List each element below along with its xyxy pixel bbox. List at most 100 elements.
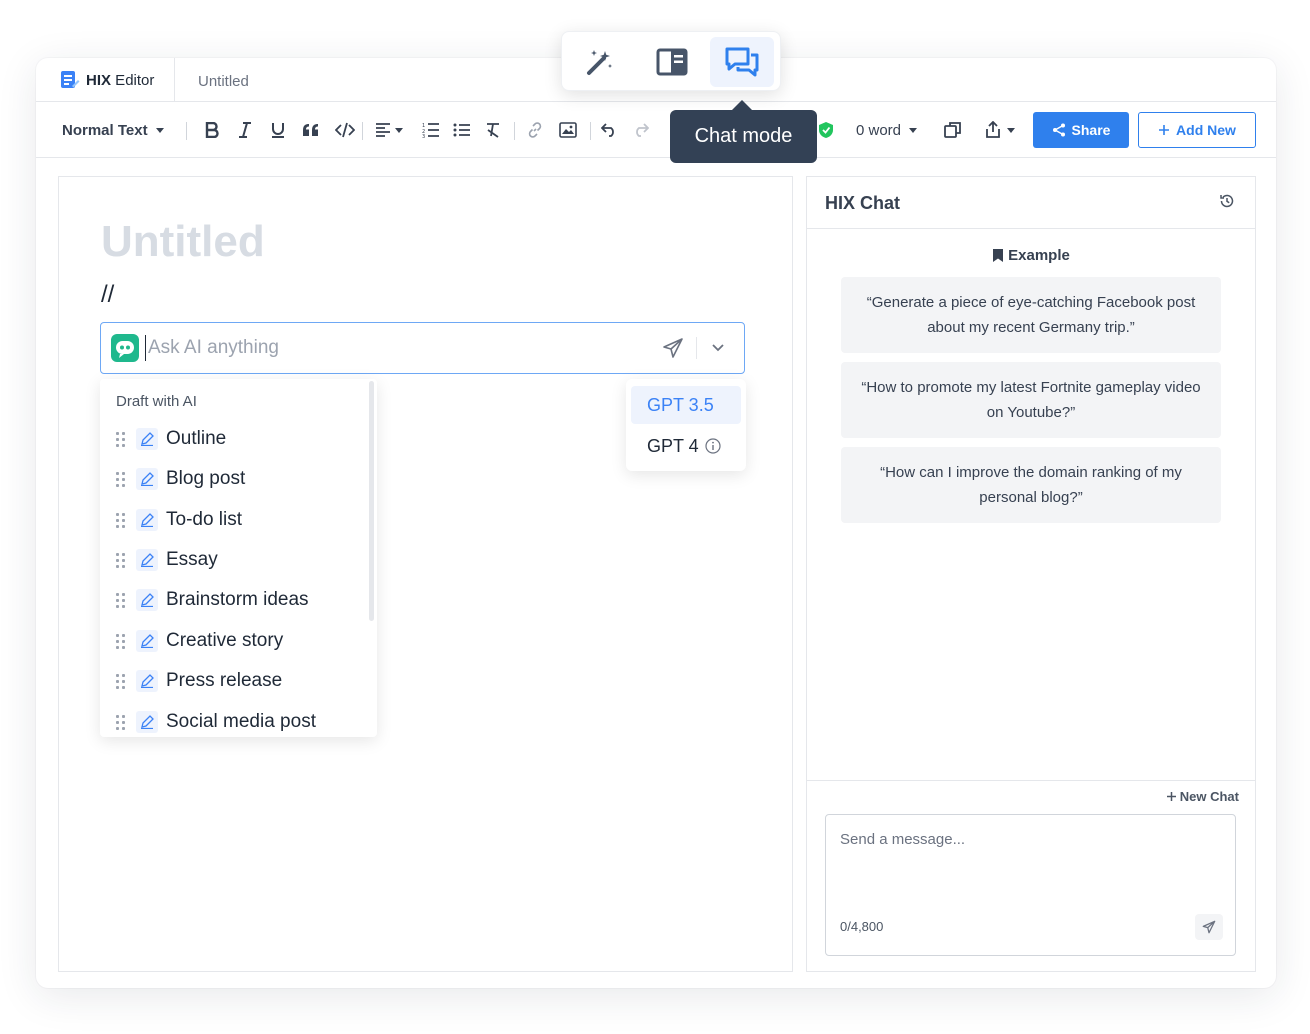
plagiarism-shield[interactable] (816, 102, 836, 158)
chat-history-button[interactable] (1219, 193, 1235, 214)
undo-button[interactable] (594, 102, 624, 158)
new-chat-button[interactable]: New Chat (1166, 789, 1239, 804)
mode-switcher (561, 31, 781, 91)
bullet-list-button[interactable] (447, 102, 477, 158)
redo-button[interactable] (626, 102, 656, 158)
share-icon (1052, 123, 1065, 137)
drag-handle-icon[interactable] (116, 633, 128, 649)
draft-item-outline[interactable]: Outline (116, 423, 226, 455)
pen-icon (136, 711, 158, 733)
document-editor[interactable]: Untitled // Draft with AI (58, 176, 793, 972)
bold-button[interactable] (196, 102, 228, 158)
italic-icon (239, 122, 251, 138)
draft-item-label: Brainstorm ideas (166, 589, 309, 610)
draft-item-todo-list[interactable]: To-do list (116, 504, 242, 536)
caret-down-icon (909, 127, 918, 133)
draft-item-label: Outline (166, 428, 227, 449)
document-tab[interactable]: Untitled (198, 73, 249, 90)
send-icon (1202, 920, 1216, 934)
model-select-menu: GPT 3.5 GPT 4 (626, 379, 746, 471)
model-option-gpt35[interactable]: GPT 3.5 (631, 386, 741, 424)
clear-format-button[interactable] (478, 102, 508, 158)
info-icon[interactable] (705, 438, 721, 454)
export-dropdown[interactable] (978, 102, 1020, 158)
drag-handle-icon[interactable] (116, 714, 128, 730)
draft-item-label: Press release (166, 670, 283, 691)
model-option-label: GPT 4 (647, 435, 699, 456)
send-message-button[interactable] (1195, 914, 1223, 940)
drag-handle-icon[interactable] (116, 592, 128, 608)
underline-button[interactable] (262, 102, 294, 158)
plus-icon (1166, 792, 1176, 801)
link-button[interactable] (520, 102, 550, 158)
drag-handle-icon[interactable] (116, 673, 128, 689)
quote-icon (303, 124, 318, 136)
toolbar-divider (362, 122, 363, 140)
draft-item-label: Essay (166, 549, 218, 570)
draft-item-brainstorm-ideas[interactable]: Brainstorm ideas (116, 584, 309, 616)
toolbar-divider (590, 122, 591, 140)
ordered-list-button[interactable]: 123 (416, 102, 446, 158)
bookmark-icon (993, 249, 1004, 262)
svg-text:3: 3 (422, 134, 425, 138)
split-view-mode-button[interactable] (640, 37, 704, 87)
draft-item-creative-story[interactable]: Creative story (116, 625, 283, 657)
add-new-button[interactable]: Add New (1138, 112, 1256, 148)
align-dropdown[interactable] (370, 102, 408, 158)
bullet-list-icon (453, 123, 470, 137)
drag-handle-icon[interactable] (116, 512, 128, 528)
editor-app-window: HIX Editor Untitled Normal Text 1 2 3 0 … (36, 58, 1276, 988)
toolbar-divider (186, 122, 187, 140)
underline-icon (272, 123, 284, 138)
drag-handle-icon[interactable] (116, 431, 128, 447)
image-button[interactable] (552, 102, 584, 158)
example-prompt-card[interactable]: “How to promote my latest Fortnite gamep… (841, 362, 1221, 438)
chat-mode-button[interactable] (710, 37, 774, 87)
document-title[interactable]: Untitled (101, 217, 265, 267)
pen-icon (136, 630, 158, 652)
brand-name-rest: Editor (111, 71, 155, 89)
chat-panel: HIX Chat Example “Generate a piece of ey… (806, 176, 1256, 972)
brand-divider (174, 58, 175, 102)
ask-ai-input[interactable] (145, 335, 625, 361)
pen-icon (136, 670, 158, 692)
example-prompt-card[interactable]: “Generate a piece of eye-catching Facebo… (841, 277, 1221, 353)
chat-mode-tooltip: Chat mode (670, 100, 817, 163)
slash-command-text[interactable]: // (101, 281, 114, 309)
copy-button[interactable] (938, 102, 968, 158)
draft-item-press-release[interactable]: Press release (116, 665, 282, 697)
send-prompt-button[interactable] (662, 337, 684, 364)
align-left-icon (376, 123, 390, 137)
model-option-label: GPT 3.5 (647, 394, 714, 415)
draft-item-essay[interactable]: Essay (116, 544, 218, 576)
example-prompt-card[interactable]: “How can I improve the domain ranking of… (841, 447, 1221, 523)
message-input[interactable] (840, 831, 1220, 891)
model-option-gpt4[interactable]: GPT 4 (631, 427, 741, 465)
code-button[interactable] (328, 102, 362, 158)
caret-down-icon (395, 127, 403, 133)
draft-item-label: Social media post (166, 711, 316, 732)
redo-icon (636, 123, 649, 137)
export-icon (985, 121, 1000, 138)
send-icon (663, 338, 683, 358)
draft-item-blog-post[interactable]: Blog post (116, 463, 245, 495)
word-count-dropdown[interactable]: 0 word (856, 102, 918, 158)
drag-handle-icon[interactable] (116, 471, 128, 487)
pen-icon (136, 428, 158, 450)
draft-item-social-media-post[interactable]: Social media post (116, 706, 316, 737)
italic-button[interactable] (229, 102, 261, 158)
word-count-label: 0 word (856, 121, 902, 139)
share-button[interactable]: Share (1033, 112, 1129, 148)
model-dropdown-toggle[interactable] (711, 341, 725, 360)
caret-down-icon (155, 127, 164, 133)
drag-handle-icon[interactable] (116, 552, 128, 568)
draft-item-label: Creative story (166, 630, 284, 651)
split-layout-icon (656, 48, 688, 76)
text-style-dropdown[interactable]: Normal Text (62, 102, 164, 158)
draft-menu-scrollbar[interactable] (369, 381, 374, 621)
pen-icon (136, 549, 158, 571)
quote-button[interactable] (295, 102, 327, 158)
ai-writer-mode-button[interactable] (568, 37, 632, 87)
copy-icon (944, 122, 961, 138)
hix-logo-icon (61, 71, 80, 88)
